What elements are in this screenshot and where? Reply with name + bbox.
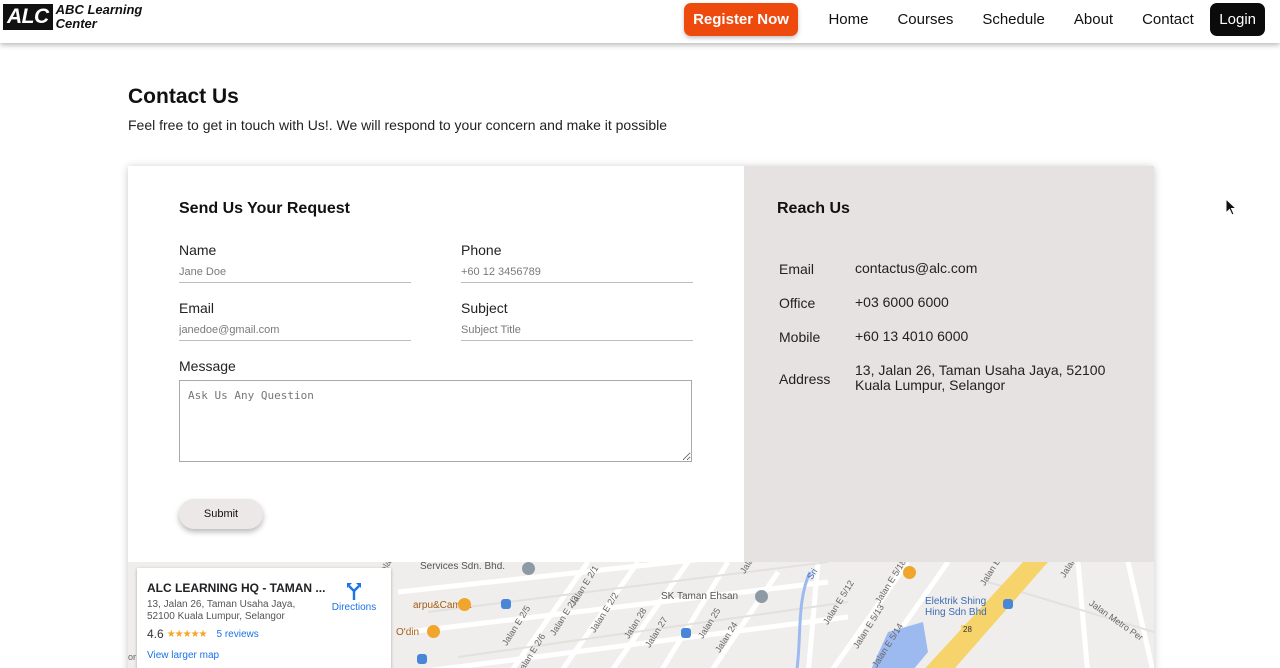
contact-card: Send Us Your Request Name Phone Email Su…: [128, 166, 1154, 668]
restaurant-pin-icon[interactable]: [458, 598, 471, 611]
register-now-button[interactable]: Register Now: [684, 3, 798, 36]
route-shield: 28: [961, 625, 974, 634]
reviews-link[interactable]: 5 reviews: [217, 629, 259, 640]
main-nav: Register Now Home Courses Schedule About…: [684, 3, 1265, 36]
restaurant-pin-icon[interactable]: [427, 625, 440, 638]
name-label: Name: [179, 242, 217, 258]
request-form: Send Us Your Request Name Phone Email Su…: [128, 166, 744, 562]
submit-button[interactable]: Submit: [179, 499, 263, 529]
location-pin-icon[interactable]: [522, 562, 535, 575]
place-name: ALC LEARNING HQ - TAMAN ...: [147, 581, 326, 595]
site-logo[interactable]: ALC ABC Learning Center: [3, 3, 142, 31]
directions-button[interactable]: Directions: [329, 582, 379, 613]
google-map[interactable]: Services Sdn. Bhd. arpu&Camca O'din SK T…: [128, 562, 1154, 668]
logo-mark: ALC: [3, 4, 53, 30]
restaurant-pin-icon[interactable]: [903, 566, 916, 579]
star-icon: ★★★★★: [166, 628, 208, 640]
reach-address-value: 13, Jalan 26, Taman Usaha Jaya, 52100 Ku…: [855, 362, 1106, 393]
map-place-card: ALC LEARNING HQ - TAMAN ... 13, Jalan 26…: [137, 568, 391, 668]
phone-label: Phone: [461, 242, 502, 258]
directions-icon: [347, 583, 361, 600]
map-label-elektrik: Elektrik Shing: [925, 596, 987, 607]
map-attribution: or: [128, 652, 137, 662]
reach-address-label: Address: [779, 371, 831, 387]
nav-home[interactable]: Home: [828, 11, 868, 28]
top-navbar: ALC ABC Learning Center Register Now Hom…: [0, 0, 1280, 43]
reach-email-label: Email: [779, 261, 815, 277]
map-label-sk-taman: SK Taman Ehsan: [661, 591, 739, 602]
name-input[interactable]: [179, 261, 411, 283]
reach-title: Reach Us: [777, 200, 850, 217]
reach-office-label: Office: [779, 295, 816, 311]
logo-text: ABC Learning Center: [56, 3, 143, 31]
place-address: 13, Jalan 26, Taman Usaha Jaya, 52100 Ku…: [147, 599, 296, 622]
email-label: Email: [179, 300, 215, 316]
email-input[interactable]: [179, 319, 411, 341]
nav-schedule[interactable]: Schedule: [982, 11, 1045, 28]
page-subtitle: Feel free to get in touch with Us!. We w…: [128, 117, 668, 133]
login-button[interactable]: Login: [1210, 3, 1265, 36]
message-textarea[interactable]: [179, 380, 692, 462]
bus-stop-icon[interactable]: [501, 599, 511, 609]
form-title: Send Us Your Request: [179, 200, 350, 217]
shop-pin-icon[interactable]: [1003, 599, 1013, 609]
view-larger-map-link[interactable]: View larger map: [147, 650, 219, 661]
bus-stop-icon[interactable]: [681, 628, 691, 638]
map-label-services: Services Sdn. Bhd.: [420, 562, 506, 572]
nav-courses[interactable]: Courses: [897, 11, 953, 28]
reach-mobile-value: +60 13 4010 6000: [855, 328, 969, 344]
page-title: Contact Us: [128, 85, 239, 108]
nav-about[interactable]: About: [1074, 11, 1113, 28]
nav-contact[interactable]: Contact: [1142, 11, 1194, 28]
phone-input[interactable]: [461, 261, 693, 283]
message-label: Message: [179, 358, 236, 374]
reach-mobile-label: Mobile: [779, 329, 821, 345]
school-pin-icon[interactable]: [755, 590, 768, 603]
bus-stop-icon[interactable]: [417, 654, 427, 664]
subject-label: Subject: [461, 300, 508, 316]
place-rating: 4.6 ★★★★★ 5 reviews: [147, 627, 259, 641]
subject-input[interactable]: [461, 319, 693, 341]
reach-us-panel: Reach Us Email contactus@alc.com Office …: [744, 166, 1154, 562]
map-label-elektrik-2: Hing Sdn Bhd: [925, 607, 987, 618]
mouse-cursor-icon: [1225, 198, 1237, 216]
rating-value: 4.6: [147, 627, 164, 641]
reach-email-value: contactus@alc.com: [855, 260, 978, 276]
map-label-odin: O'din: [396, 627, 420, 638]
directions-label: Directions: [331, 602, 377, 613]
logo-line-1: ABC Learning: [55, 2, 143, 17]
logo-line-2: Center: [55, 16, 97, 31]
reach-office-value: +03 6000 6000: [855, 294, 949, 310]
